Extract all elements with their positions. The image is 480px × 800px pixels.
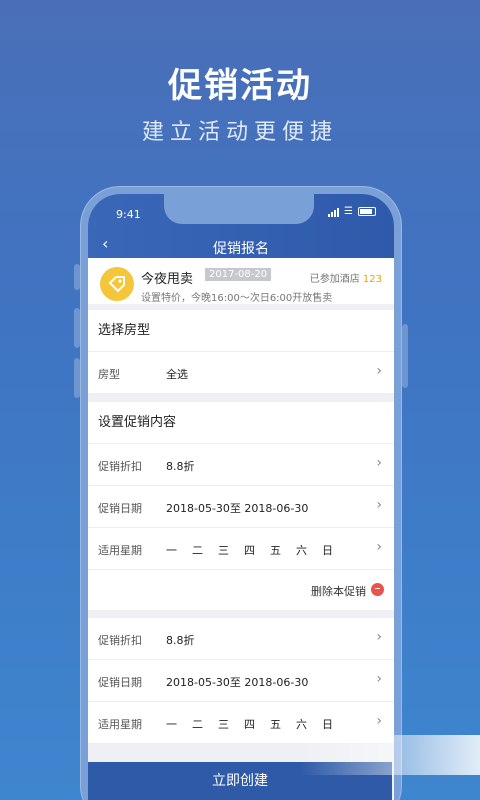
weekday-label: 适用星期	[98, 718, 142, 731]
weekday-tue[interactable]: 二	[192, 716, 203, 732]
joined-hotels: 已参加酒店 123	[310, 270, 382, 285]
discount-label: 促销折扣	[98, 634, 142, 647]
chevron-right-icon: ›	[376, 713, 382, 729]
weekday-sun[interactable]: 日	[322, 542, 333, 558]
weekday-mon[interactable]: 一	[166, 542, 177, 558]
battery-icon	[358, 207, 376, 216]
nav-title: 促销报名	[213, 241, 269, 257]
volume-up-button	[74, 308, 80, 348]
promo-block-2: 促销折扣 8.8折 › 促销日期 2018-05-30至 2018-06-30 …	[88, 618, 394, 744]
room-type-value: 全选	[166, 368, 188, 381]
weekday-list: 一 二 三 四 五 六 日	[166, 542, 333, 558]
date-label: 促销日期	[98, 502, 142, 515]
weekday-wed[interactable]: 三	[218, 716, 229, 732]
chevron-right-icon: ›	[376, 629, 382, 645]
discount-row[interactable]: 促销折扣 8.8折 ›	[88, 618, 394, 660]
date-row[interactable]: 促销日期 2018-05-30至 2018-06-30 ›	[88, 486, 394, 528]
power-button	[402, 324, 408, 388]
content: 今夜甩卖 2017-08-20 已参加酒店 123 设置特价，今晚16:00～次…	[88, 258, 394, 744]
promo-content-header: 设置促销内容	[88, 402, 394, 444]
promo-card[interactable]: 今夜甩卖 2017-08-20 已参加酒店 123 设置特价，今晚16:00～次…	[88, 258, 394, 310]
promo-date: 2017-08-20	[205, 268, 272, 281]
weekday-list: 一 二 三 四 五 六 日	[166, 716, 333, 732]
hero-title: 促销活动	[168, 66, 312, 106]
date-label: 促销日期	[98, 676, 142, 689]
phone-screen: 9:41 ☰ ‹ 促销报名 今夜甩卖 2017-08-20 已参加酒店 123 …	[88, 194, 394, 800]
room-type-label: 房型	[98, 368, 120, 381]
mute-switch	[74, 264, 80, 290]
weekday-fri[interactable]: 五	[270, 716, 281, 732]
phone-frame: 9:41 ☰ ‹ 促销报名 今夜甩卖 2017-08-20 已参加酒店 123 …	[74, 186, 408, 800]
signal-icon	[328, 207, 340, 217]
date-value: 2018-05-30至 2018-06-30	[166, 676, 309, 689]
weekday-wed[interactable]: 三	[218, 542, 229, 558]
chevron-right-icon: ›	[376, 363, 382, 379]
wifi-icon: ☰	[344, 206, 353, 217]
weekday-tue[interactable]: 二	[192, 542, 203, 558]
status-time: 9:41	[116, 208, 141, 221]
promo-content-section: 设置促销内容 促销折扣 8.8折 › 促销日期 2018-05-30至 2018…	[88, 402, 394, 610]
discount-label: 促销折扣	[98, 460, 142, 473]
chevron-right-icon: ›	[376, 497, 382, 513]
minus-circle-icon: –	[371, 582, 384, 596]
promo-title: 今夜甩卖	[141, 272, 194, 287]
discount-row[interactable]: 促销折扣 8.8折 ›	[88, 444, 394, 486]
chevron-right-icon: ›	[376, 455, 382, 471]
weekday-sun[interactable]: 日	[322, 716, 333, 732]
delete-promo-button[interactable]: 删除本促销 –	[88, 570, 394, 610]
joined-count: 123	[362, 274, 382, 285]
discount-value: 8.8折	[166, 460, 195, 473]
weekday-fri[interactable]: 五	[270, 542, 281, 558]
chevron-right-icon: ›	[376, 539, 382, 555]
weekday-thu[interactable]: 四	[244, 716, 255, 732]
weekday-mon[interactable]: 一	[166, 716, 177, 732]
tag-icon	[100, 267, 134, 301]
date-row[interactable]: 促销日期 2018-05-30至 2018-06-30 ›	[88, 660, 394, 702]
joined-label: 已参加酒店	[309, 274, 360, 285]
hero-subtitle: 建立活动更便捷	[141, 120, 338, 145]
room-section-header: 选择房型	[88, 310, 394, 352]
status-icons: ☰	[328, 206, 376, 217]
date-value: 2018-05-30至 2018-06-30	[166, 502, 309, 515]
room-section: 选择房型 房型 全选 ›	[88, 310, 394, 394]
notch	[164, 194, 314, 224]
weekday-label: 适用星期	[98, 544, 142, 557]
top-bar: 9:41 ☰ ‹ 促销报名	[88, 194, 394, 258]
room-type-row[interactable]: 房型 全选 ›	[88, 352, 394, 394]
weekday-thu[interactable]: 四	[244, 542, 255, 558]
weekday-sat[interactable]: 六	[296, 542, 307, 558]
discount-value: 8.8折	[166, 634, 195, 647]
delete-promo-label: 删除本促销	[311, 585, 366, 598]
weekday-sat[interactable]: 六	[296, 716, 307, 732]
chevron-right-icon: ›	[376, 671, 382, 687]
volume-down-button	[74, 358, 80, 398]
weekday-row[interactable]: 适用星期 一 二 三 四 五 六 日 ›	[88, 528, 394, 570]
promo-description: 设置特价，今晚16:00～次日6:00开放售卖	[141, 293, 333, 304]
watermark-overlay	[300, 735, 480, 775]
